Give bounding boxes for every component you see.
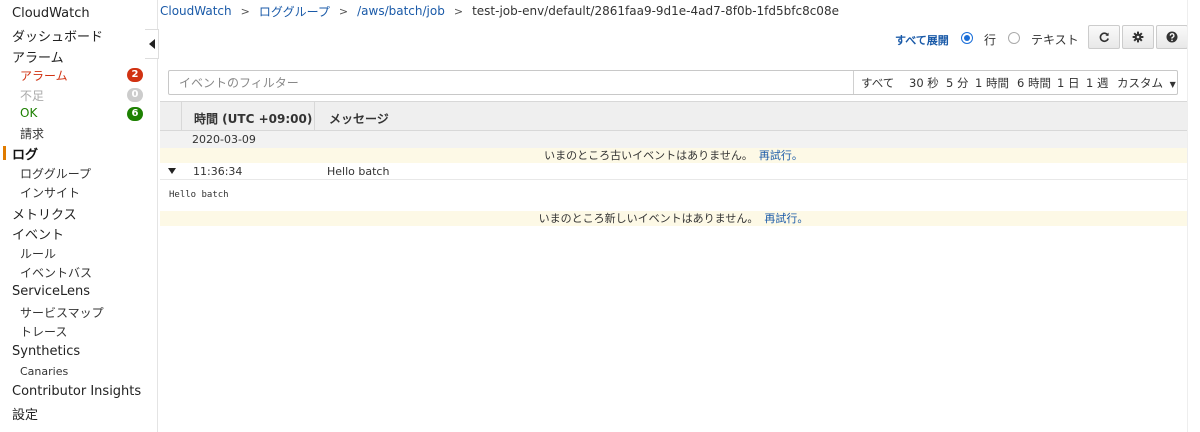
event-filter-input[interactable]	[169, 71, 853, 94]
sidebar-item-alarm-insufficient[interactable]: 不足	[20, 87, 44, 104]
refresh-button[interactable]	[1088, 25, 1120, 49]
caret-left-icon	[148, 39, 155, 49]
sidebar-item-alarm-ok[interactable]: OK	[20, 106, 37, 120]
collapse-sidebar-button[interactable]	[145, 29, 159, 59]
caret-down-icon: ▼	[1169, 80, 1176, 89]
sidebar-item-log-groups[interactable]: ロググループ	[20, 165, 91, 182]
sidebar-nav: CloudWatch ダッシュボード アラーム アラーム 2 不足 0 OK 6…	[0, 0, 158, 432]
newer-events-text: いまのところ新しいイベントはありません。	[538, 212, 759, 225]
range-1d[interactable]: 1 日	[1057, 75, 1079, 91]
column-divider	[314, 102, 315, 130]
sidebar-item-service-map[interactable]: サービスマップ	[20, 304, 104, 321]
sidebar-item-alarm-in-alarm[interactable]: アラーム	[20, 67, 68, 84]
expand-all-link[interactable]: すべて展開	[895, 32, 949, 48]
date-group-row: 2020-03-09	[160, 131, 1187, 149]
older-events-text: いまのところ古いイベントはありません。	[544, 149, 753, 162]
chevron-right-icon: >	[240, 4, 250, 18]
sidebar-item-dashboards[interactable]: ダッシュボード	[12, 26, 103, 45]
range-custom-label: カスタム	[1117, 76, 1163, 90]
chevron-right-icon: >	[453, 4, 464, 18]
vertical-scrollbar[interactable]	[1187, 0, 1200, 432]
view-row-label: 行	[984, 33, 997, 47]
refresh-icon	[1099, 32, 1109, 43]
range-all[interactable]: すべて	[861, 75, 894, 91]
chevron-right-icon: >	[338, 4, 349, 18]
retry-newer-link[interactable]: 再試行。	[764, 212, 808, 225]
view-text-radio[interactable]	[1008, 32, 1020, 44]
newer-events-notice: いまのところ新しいイベントはありません。 再試行。	[160, 211, 1187, 226]
alarm-count-badge: 2	[127, 68, 143, 82]
filter-divider	[853, 71, 854, 94]
settings-button[interactable]	[1122, 25, 1154, 49]
breadcrumb-log-group[interactable]: /aws/batch/job	[357, 4, 445, 18]
sidebar-item-metrics[interactable]: メトリクス	[12, 204, 77, 223]
column-divider	[181, 102, 182, 130]
sidebar-item-cloudwatch[interactable]: CloudWatch	[12, 6, 90, 21]
sidebar-item-billing[interactable]: 請求	[20, 125, 44, 142]
sidebar-item-logs[interactable]: ログ	[12, 144, 38, 163]
retry-older-link[interactable]: 再試行。	[759, 149, 803, 162]
range-30s[interactable]: 30 秒	[909, 75, 939, 91]
sidebar-item-synthetics[interactable]: Synthetics	[12, 344, 80, 359]
breadcrumb-log-stream: test-job-env/default/2861faa9-9d1e-4ad7-…	[472, 4, 839, 18]
sidebar-item-alarms[interactable]: アラーム	[12, 47, 64, 66]
sidebar-item-event-buses[interactable]: イベントバス	[20, 264, 92, 281]
gear-icon	[1132, 31, 1144, 43]
sidebar-item-canaries[interactable]: Canaries	[20, 365, 68, 378]
sidebar-item-contributor-insights[interactable]: Contributor Insights	[12, 384, 141, 399]
sidebar-item-rules[interactable]: ルール	[20, 245, 56, 262]
range-5m[interactable]: 5 分	[946, 75, 968, 91]
sidebar-item-events[interactable]: イベント	[12, 224, 64, 243]
caret-down-icon[interactable]	[168, 168, 176, 174]
help-button[interactable]	[1156, 25, 1188, 49]
view-text-label: テキスト	[1031, 33, 1079, 47]
help-icon	[1166, 31, 1178, 43]
range-custom-dropdown[interactable]: カスタム ▼	[1117, 75, 1176, 91]
breadcrumb-log-groups[interactable]: ロググループ	[259, 3, 330, 20]
log-event-row[interactable]: 11:36:34 Hello batch	[160, 163, 1187, 180]
sidebar-item-insights[interactable]: インサイト	[20, 184, 80, 201]
column-header-time[interactable]: 時間 (UTC +09:00)	[194, 110, 312, 127]
older-events-notice: いまのところ古いイベントはありません。 再試行。	[160, 148, 1187, 163]
event-timestamp: 11:36:34	[193, 165, 243, 178]
range-1h[interactable]: 1 時間	[975, 75, 1009, 91]
event-detail-text: Hello batch	[169, 190, 229, 200]
insufficient-count-badge: 0	[127, 88, 143, 102]
breadcrumb-cloudwatch[interactable]: CloudWatch	[160, 4, 232, 18]
view-row-radio[interactable]	[961, 32, 973, 44]
date-group-label: 2020-03-09	[192, 133, 256, 146]
filter-bar: すべて 30 秒 5 分 1 時間 6 時間 1 日 1 週 カスタム ▼	[168, 70, 1178, 95]
event-message: Hello batch	[327, 165, 390, 178]
breadcrumb: CloudWatch > ロググループ > /aws/batch/job > t…	[160, 3, 839, 19]
active-indicator	[3, 146, 6, 160]
log-events-table-header: 時間 (UTC +09:00) メッセージ	[160, 101, 1187, 131]
sidebar-item-servicelens[interactable]: ServiceLens	[12, 284, 90, 299]
range-1w[interactable]: 1 週	[1086, 75, 1108, 91]
sidebar-item-settings[interactable]: 設定	[12, 404, 38, 423]
ok-count-badge: 6	[127, 107, 143, 121]
range-6h[interactable]: 6 時間	[1017, 75, 1051, 91]
column-header-message[interactable]: メッセージ	[329, 110, 389, 127]
sidebar-item-traces[interactable]: トレース	[20, 323, 67, 340]
